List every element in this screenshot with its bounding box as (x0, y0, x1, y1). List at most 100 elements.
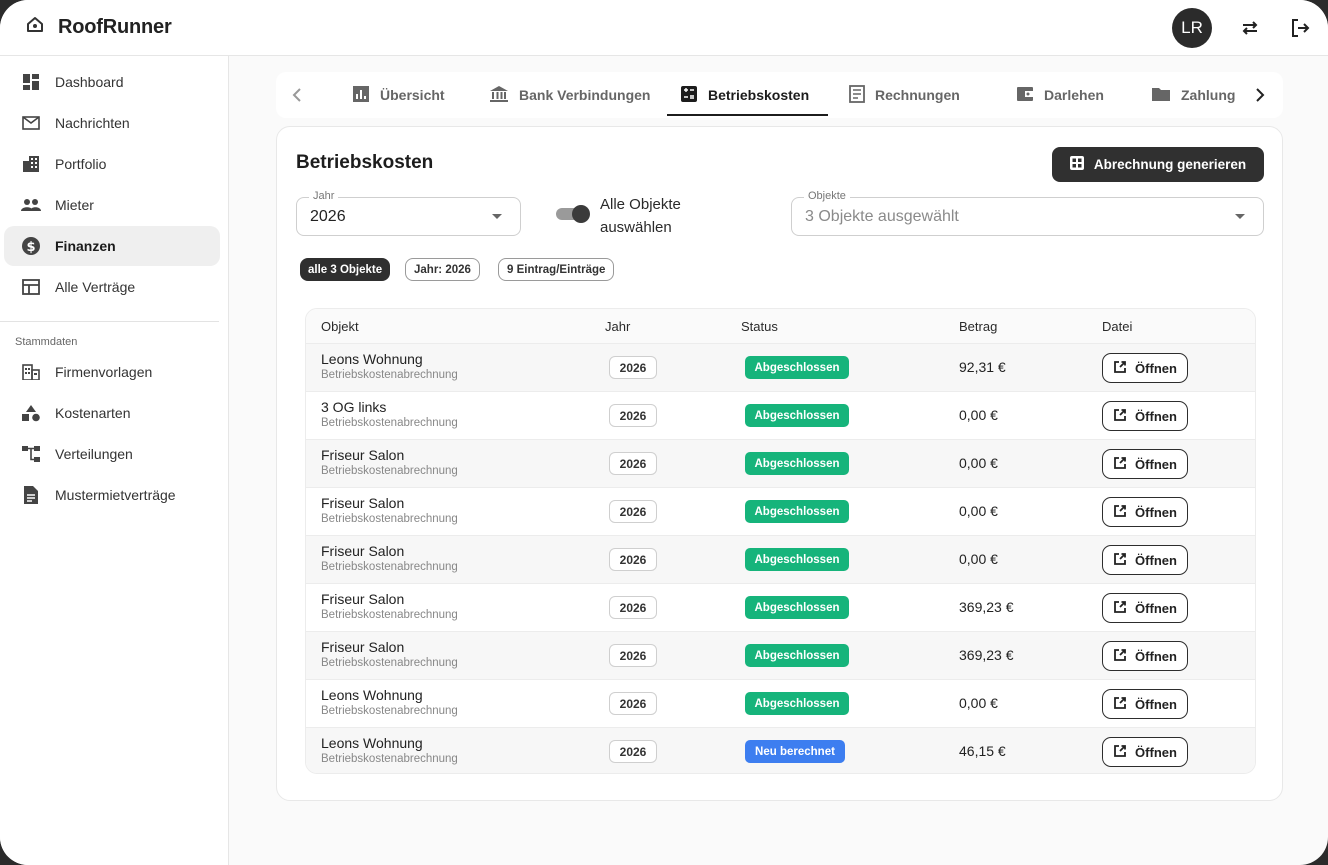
tree-icon (21, 444, 41, 464)
app-window: RoofRunner LR Dashboard Nachrichten Port… (0, 0, 1328, 865)
generate-button-label: Abrechnung generieren (1093, 157, 1247, 172)
open-external-icon (1113, 552, 1127, 569)
tab-label: Übersicht (380, 87, 445, 103)
generate-statement-button[interactable]: Abrechnung generieren (1052, 147, 1264, 182)
open-external-icon (1113, 744, 1127, 761)
toggle-knob (572, 205, 590, 223)
table-row: 3 OG links Betriebskostenabrechnung 2026… (306, 391, 1255, 439)
open-file-button[interactable]: Öffnen (1102, 641, 1188, 671)
amount-value: 0,00 € (959, 695, 998, 711)
status-badge: Abgeschlossen (745, 500, 849, 523)
chevron-down-icon (1235, 214, 1245, 219)
open-button-label: Öffnen (1135, 600, 1177, 616)
open-button-label: Öffnen (1135, 456, 1177, 472)
object-subtitle: Betriebskostenabrechnung (321, 561, 458, 573)
year-select-value: 2026 (310, 208, 346, 225)
sidebar-item-label: Mustermietverträge (55, 487, 176, 503)
amount-value: 369,23 € (959, 647, 1014, 663)
open-file-button[interactable]: Öffnen (1102, 737, 1188, 767)
object-name: Friseur Salon (321, 543, 405, 559)
table-icon (21, 277, 41, 297)
active-tab-indicator (667, 114, 828, 116)
company-icon (21, 362, 41, 382)
open-file-button[interactable]: Öffnen (1102, 353, 1188, 383)
year-select[interactable]: Jahr 2026 (296, 190, 521, 236)
year-badge: 2026 (609, 500, 657, 523)
sidebar-item-kostenarten[interactable]: Kostenarten (4, 393, 220, 433)
open-button-label: Öffnen (1135, 504, 1177, 520)
tab-bank-verbindungen[interactable]: Bank Verbindungen (489, 72, 650, 118)
object-subtitle: Betriebskostenabrechnung (321, 753, 458, 765)
sidebar-item-label: Dashboard (55, 74, 124, 90)
open-external-icon (1113, 696, 1127, 713)
chevron-right-icon[interactable] (1251, 86, 1269, 104)
table-row: Friseur Salon Betriebskostenabrechnung 2… (306, 583, 1255, 631)
open-file-button[interactable]: Öffnen (1102, 449, 1188, 479)
open-file-button[interactable]: Öffnen (1102, 593, 1188, 623)
table-row: Friseur Salon Betriebskostenabrechnung 2… (306, 535, 1255, 583)
tab-darlehen[interactable]: Darlehen (1016, 72, 1104, 118)
chevron-down-icon (492, 214, 502, 219)
sidebar: Dashboard Nachrichten Portfolio Mieter $… (0, 56, 229, 865)
betriebskosten-table: Objekt Jahr Status Betrag Datei Leons Wo… (305, 308, 1256, 774)
open-external-icon (1113, 648, 1127, 665)
open-button-label: Öffnen (1135, 744, 1177, 760)
column-header-status: Status (741, 319, 778, 334)
table-row: Leons Wohnung Betriebskostenabrechnung 2… (306, 727, 1255, 773)
sidebar-item-alle-vertraege[interactable]: Alle Verträge (4, 267, 220, 307)
object-subtitle: Betriebskostenabrechnung (321, 657, 458, 669)
open-file-button[interactable]: Öffnen (1102, 497, 1188, 527)
amount-value: 0,00 € (959, 503, 998, 519)
dollar-circle-icon: $ (21, 236, 41, 256)
year-badge: 2026 (609, 740, 657, 763)
tab-uebersicht[interactable]: Übersicht (352, 72, 445, 118)
avatar[interactable]: LR (1172, 8, 1212, 48)
brand[interactable]: RoofRunner (26, 16, 172, 39)
logout-icon[interactable] (1288, 16, 1312, 40)
page-title: Betriebskosten (296, 152, 434, 173)
chevron-left-icon[interactable] (288, 86, 306, 104)
receipt-icon (849, 84, 865, 106)
tab-label: Darlehen (1044, 87, 1104, 103)
sidebar-item-label: Alle Verträge (55, 279, 136, 295)
sidebar-item-finanzen[interactable]: $ Finanzen (4, 226, 220, 266)
sidebar-item-nachrichten[interactable]: Nachrichten (4, 103, 220, 143)
column-header-betrag: Betrag (959, 319, 998, 334)
sidebar-item-label: Verteilungen (55, 446, 133, 462)
object-subtitle: Betriebskostenabrechnung (321, 513, 458, 525)
amount-value: 369,23 € (959, 599, 1014, 615)
sidebar-item-label: Portfolio (55, 156, 107, 172)
top-bar: RoofRunner LR (0, 0, 1328, 56)
object-name: Friseur Salon (321, 639, 405, 655)
filter-chip-count: 9 Eintrag/Einträge (498, 258, 615, 281)
tab-label: Rechnungen (875, 87, 960, 103)
open-external-icon (1113, 408, 1127, 425)
swap-arrows-icon[interactable] (1238, 16, 1262, 40)
open-file-button[interactable]: Öffnen (1102, 689, 1188, 719)
dashboard-icon (21, 72, 41, 92)
year-badge: 2026 (609, 404, 657, 427)
sidebar-item-label: Nachrichten (55, 115, 130, 131)
table-row: Friseur Salon Betriebskostenabrechnung 2… (306, 487, 1255, 535)
year-badge: 2026 (609, 452, 657, 475)
amount-value: 92,31 € (959, 359, 1006, 375)
tab-zahlung[interactable]: Zahlung (1151, 72, 1235, 118)
tab-betriebskosten[interactable]: Betriebskosten (680, 72, 809, 118)
sidebar-item-firmenvorlagen[interactable]: Firmenvorlagen (4, 352, 220, 392)
app-title: RoofRunner (58, 16, 172, 38)
open-external-icon (1113, 600, 1127, 617)
column-header-objekt: Objekt (321, 319, 359, 334)
select-all-objects-toggle[interactable] (556, 205, 592, 223)
tab-rechnungen[interactable]: Rechnungen (849, 72, 960, 118)
open-file-button[interactable]: Öffnen (1102, 545, 1188, 575)
objects-select[interactable]: Objekte 3 Objekte ausgewählt (791, 190, 1264, 236)
sidebar-item-mieter[interactable]: Mieter (4, 185, 220, 225)
table-row: Leons Wohnung Betriebskostenabrechnung 2… (306, 343, 1255, 391)
object-name: Leons Wohnung (321, 351, 423, 367)
sidebar-item-verteilungen[interactable]: Verteilungen (4, 434, 220, 474)
sidebar-item-portfolio[interactable]: Portfolio (4, 144, 220, 184)
sidebar-item-dashboard[interactable]: Dashboard (4, 62, 220, 102)
open-file-button[interactable]: Öffnen (1102, 401, 1188, 431)
svg-text:$: $ (26, 240, 35, 255)
sidebar-item-mustermietvertraege[interactable]: Mustermietverträge (4, 475, 220, 515)
